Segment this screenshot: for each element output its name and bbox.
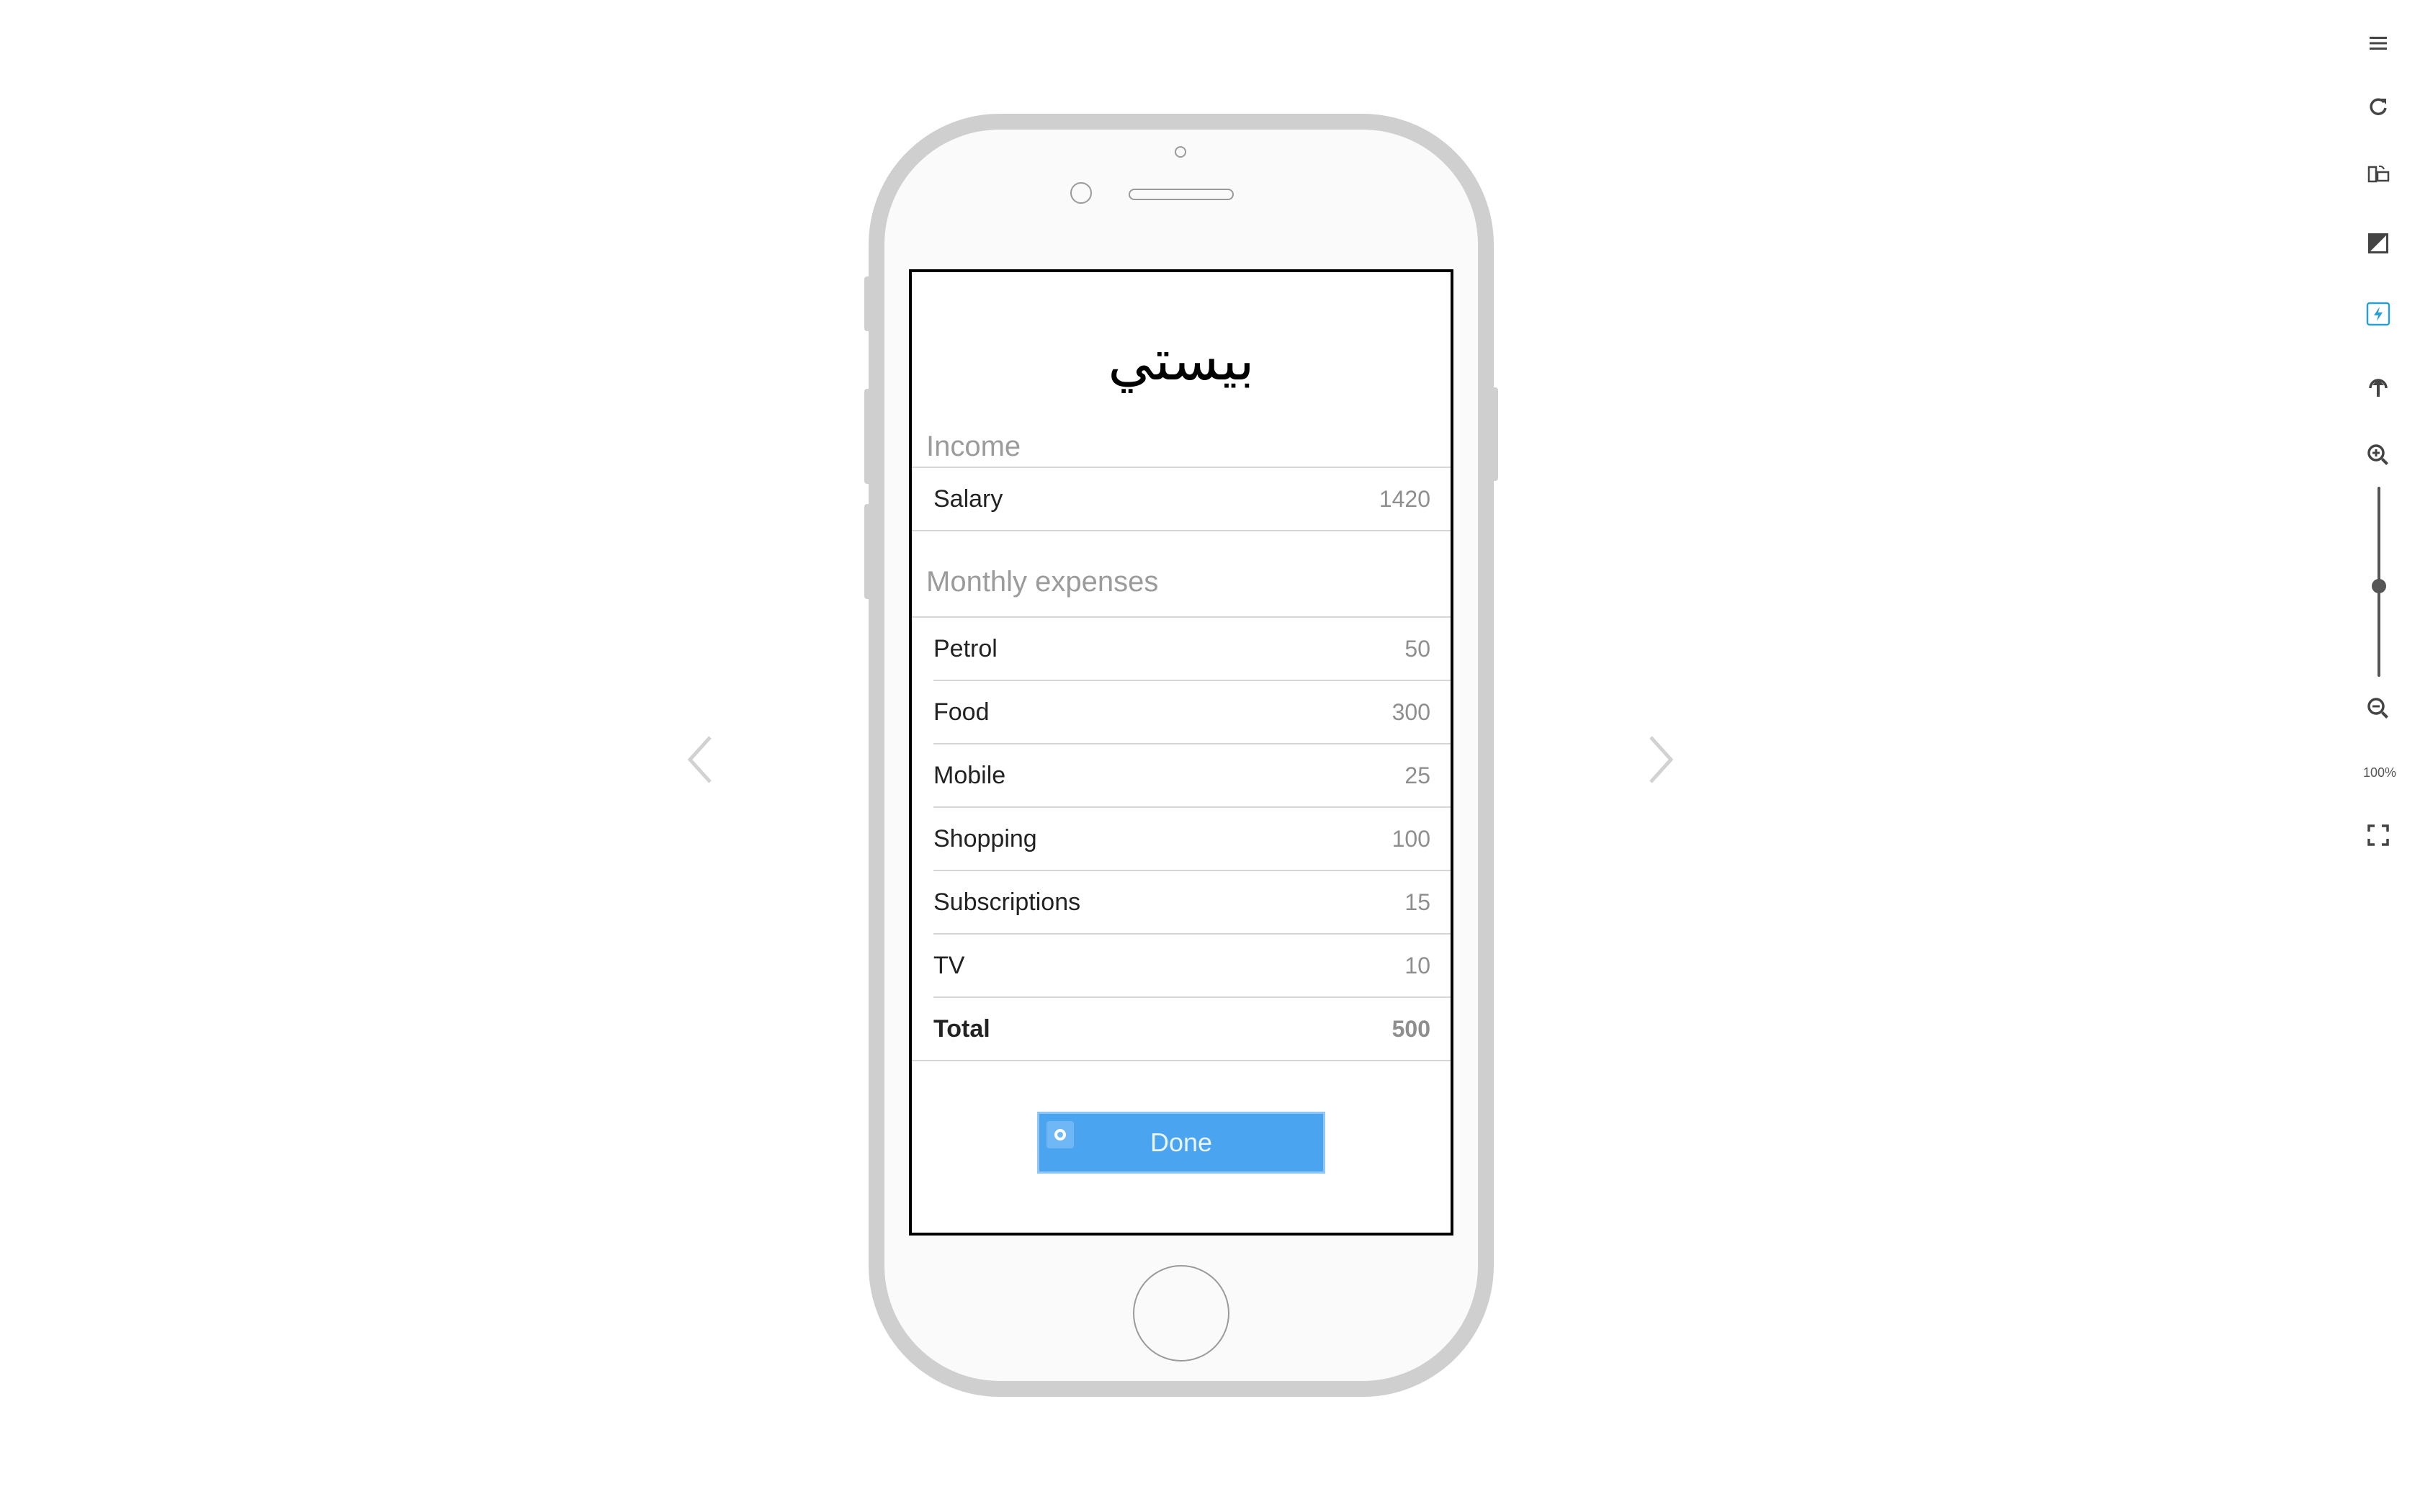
zoom-out-icon bbox=[2367, 698, 2388, 719]
proximity-sensor bbox=[1175, 146, 1186, 158]
row-value: 15 bbox=[1404, 888, 1430, 915]
earpiece-speaker bbox=[1129, 189, 1234, 200]
menu-icon bbox=[2370, 37, 2387, 50]
upload-icon bbox=[2369, 379, 2388, 397]
rotate-device-icon bbox=[2367, 165, 2390, 183]
row-value: 100 bbox=[1392, 825, 1430, 852]
row-label: Salary bbox=[933, 485, 1003, 513]
upload-button[interactable] bbox=[2357, 364, 2400, 408]
previous-screen-arrow[interactable] bbox=[671, 731, 729, 788]
next-screen-arrow[interactable] bbox=[1632, 731, 1690, 788]
zoom-slider-handle[interactable] bbox=[2372, 579, 2386, 593]
chevron-left-icon bbox=[687, 736, 712, 783]
total-label: Total bbox=[933, 1014, 990, 1043]
divider bbox=[912, 1060, 1451, 1061]
app-screen: بيستي Income Salary 1420 Monthly expense… bbox=[909, 269, 1453, 1236]
zoom-in-icon bbox=[2367, 444, 2388, 465]
phone-volume-down bbox=[864, 504, 873, 599]
rotate-device-button[interactable] bbox=[2357, 153, 2400, 196]
row-value: 25 bbox=[1404, 762, 1430, 788]
row-label: Shopping bbox=[933, 824, 1037, 852]
list-item-tv[interactable]: TV 10 bbox=[933, 935, 1430, 996]
monthly-expenses-header: Monthly expenses bbox=[926, 566, 1159, 598]
hotspot-marker-icon bbox=[1047, 1121, 1074, 1148]
phone-volume-up bbox=[864, 389, 873, 484]
chevron-right-icon bbox=[1649, 736, 1674, 783]
row-label: Subscriptions bbox=[933, 888, 1081, 916]
zoom-in-button[interactable] bbox=[2357, 433, 2400, 477]
row-label: Mobile bbox=[933, 761, 1006, 789]
row-label: Food bbox=[933, 698, 990, 726]
list-item-subscriptions[interactable]: Subscriptions 15 bbox=[933, 871, 1430, 933]
fullscreen-icon bbox=[2367, 824, 2389, 846]
total-value: 500 bbox=[1392, 1015, 1430, 1042]
app-title: بيستي bbox=[1108, 328, 1255, 393]
list-item-petrol[interactable]: Petrol 50 bbox=[933, 618, 1430, 680]
list-item-food[interactable]: Food 300 bbox=[933, 681, 1430, 743]
refresh-icon bbox=[2370, 98, 2387, 115]
list-item-salary[interactable]: Salary 1420 bbox=[933, 468, 1430, 530]
list-item-shopping[interactable]: Shopping 100 bbox=[933, 808, 1430, 870]
front-camera bbox=[1070, 182, 1092, 204]
menu-button[interactable] bbox=[2357, 22, 2400, 65]
row-value: 50 bbox=[1404, 635, 1430, 662]
viewer-toolbar: 100% bbox=[2348, 0, 2413, 864]
row-value: 300 bbox=[1392, 698, 1430, 725]
done-button[interactable]: Done bbox=[1037, 1112, 1325, 1174]
list-item-total[interactable]: Total 500 bbox=[933, 998, 1430, 1060]
home-button[interactable] bbox=[1133, 1265, 1229, 1362]
zoom-level-label: 100% bbox=[2362, 765, 2397, 780]
list-item-mobile[interactable]: Mobile 25 bbox=[933, 744, 1430, 806]
hotspot-icon bbox=[2366, 302, 2390, 326]
contrast-button[interactable] bbox=[2357, 222, 2400, 265]
fullscreen-button[interactable] bbox=[2357, 814, 2400, 857]
phone-power-button bbox=[1489, 387, 1498, 481]
refresh-button[interactable] bbox=[2357, 85, 2400, 128]
row-value: 1420 bbox=[1379, 485, 1430, 512]
done-button-label: Done bbox=[1150, 1128, 1213, 1157]
zoom-out-button[interactable] bbox=[2357, 687, 2400, 730]
divider bbox=[912, 530, 1451, 531]
income-header: Income bbox=[926, 431, 1021, 462]
row-label: TV bbox=[933, 951, 965, 979]
hotspot-toggle-button[interactable] bbox=[2357, 292, 2400, 336]
row-value: 10 bbox=[1404, 952, 1430, 978]
phone-mute-switch bbox=[864, 276, 873, 331]
contrast-icon bbox=[2368, 233, 2388, 253]
row-label: Petrol bbox=[933, 634, 998, 662]
